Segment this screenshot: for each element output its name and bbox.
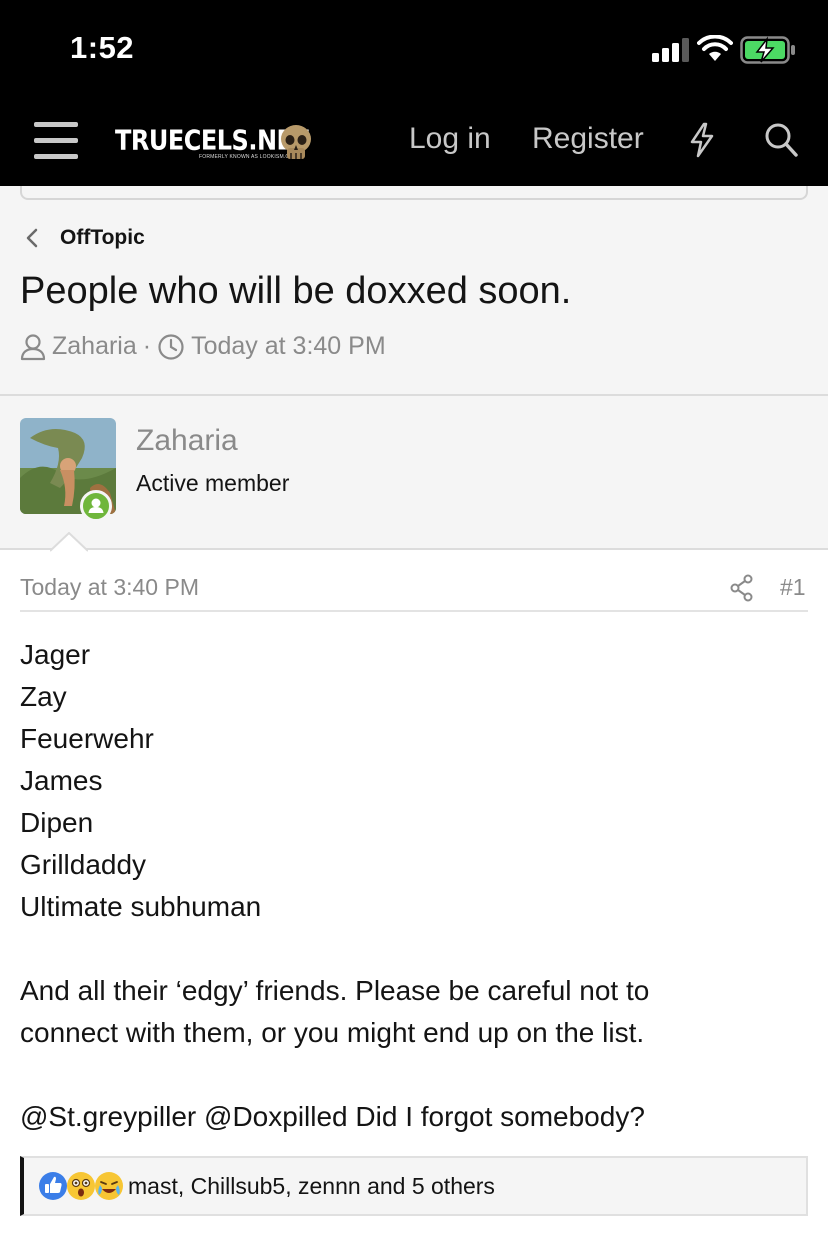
breadcrumb[interactable]: OffTopic bbox=[24, 226, 145, 250]
post-line: Zay bbox=[20, 681, 67, 712]
thread-author[interactable]: Zaharia bbox=[52, 332, 137, 361]
post-line: Grilldaddy bbox=[20, 849, 147, 880]
site-logo[interactable]: TRUECELS.NET FORMERLY KNOWN AS LOOKISM.C… bbox=[115, 122, 315, 164]
post-line: Jager bbox=[20, 639, 91, 670]
search-icon[interactable] bbox=[764, 122, 798, 158]
message-pointer bbox=[50, 532, 88, 552]
post-line bbox=[20, 928, 810, 970]
page-title: People who will be doxxed soon. bbox=[20, 270, 572, 312]
signal-icon bbox=[652, 38, 689, 62]
clock-icon bbox=[158, 333, 184, 360]
login-link[interactable]: Log in bbox=[409, 122, 491, 156]
post-line: James bbox=[20, 765, 103, 796]
battery-charging-icon bbox=[740, 36, 795, 64]
collapsed-panel-edge bbox=[20, 186, 808, 200]
reactions-bar[interactable]: mast, Chillsub5, zennn and 5 others bbox=[20, 1156, 808, 1216]
reactions-text: mast, Chillsub5, zennn and 5 others bbox=[128, 1172, 495, 1199]
menu-button[interactable] bbox=[34, 122, 78, 160]
sad-laugh-icon bbox=[94, 1171, 124, 1201]
thread-meta: Zaharia · Today at 3:40 PM bbox=[20, 332, 386, 361]
post-line bbox=[20, 1054, 810, 1096]
post-line: Dipen bbox=[20, 807, 94, 838]
post-user-block: Zaharia Active member bbox=[0, 396, 828, 552]
wow-icon bbox=[66, 1171, 96, 1201]
lightning-icon[interactable] bbox=[688, 122, 716, 158]
meta-separator: · bbox=[142, 332, 152, 360]
like-icon bbox=[38, 1171, 68, 1201]
top-bar: 1:52 TRUECELS.NET FORMERLY KNOWN AS LOOK… bbox=[0, 0, 828, 186]
post-line: Feuerwehr bbox=[20, 723, 154, 754]
post-number[interactable]: #1 bbox=[780, 574, 806, 601]
skull-icon bbox=[281, 125, 311, 159]
breadcrumb-label: OffTopic bbox=[60, 226, 145, 249]
share-icon[interactable] bbox=[730, 574, 754, 602]
wifi-icon bbox=[697, 35, 733, 61]
post-line: connect with them, or you might end up o… bbox=[20, 1017, 645, 1048]
online-status-badge bbox=[80, 490, 112, 522]
status-time: 1:52 bbox=[70, 30, 135, 65]
chevron-left-icon bbox=[26, 228, 38, 248]
user-icon bbox=[20, 333, 46, 360]
username[interactable]: Zaharia bbox=[136, 424, 238, 458]
online-user-icon bbox=[88, 498, 104, 513]
post-date[interactable]: Today at 3:40 PM bbox=[20, 574, 199, 601]
post-line-mentions[interactable]: @St.greypiller @Doxpilled Did I forgot s… bbox=[20, 1096, 810, 1138]
post-line: And all their ‘edgy’ friends. Please be … bbox=[20, 975, 650, 1006]
post-meta: Today at 3:40 PM #1 bbox=[20, 574, 808, 612]
post-line: Ultimate subhuman bbox=[20, 891, 262, 922]
post-body: Jager Zay Feuerwehr James Dipen Grilldad… bbox=[20, 634, 810, 1138]
user-title: Active member bbox=[136, 470, 290, 496]
thread-header: OffTopic People who will be doxxed soon.… bbox=[0, 186, 828, 396]
thread-date[interactable]: Today at 3:40 PM bbox=[191, 332, 386, 361]
reaction-icons bbox=[38, 1171, 124, 1201]
register-link[interactable]: Register bbox=[532, 122, 644, 156]
